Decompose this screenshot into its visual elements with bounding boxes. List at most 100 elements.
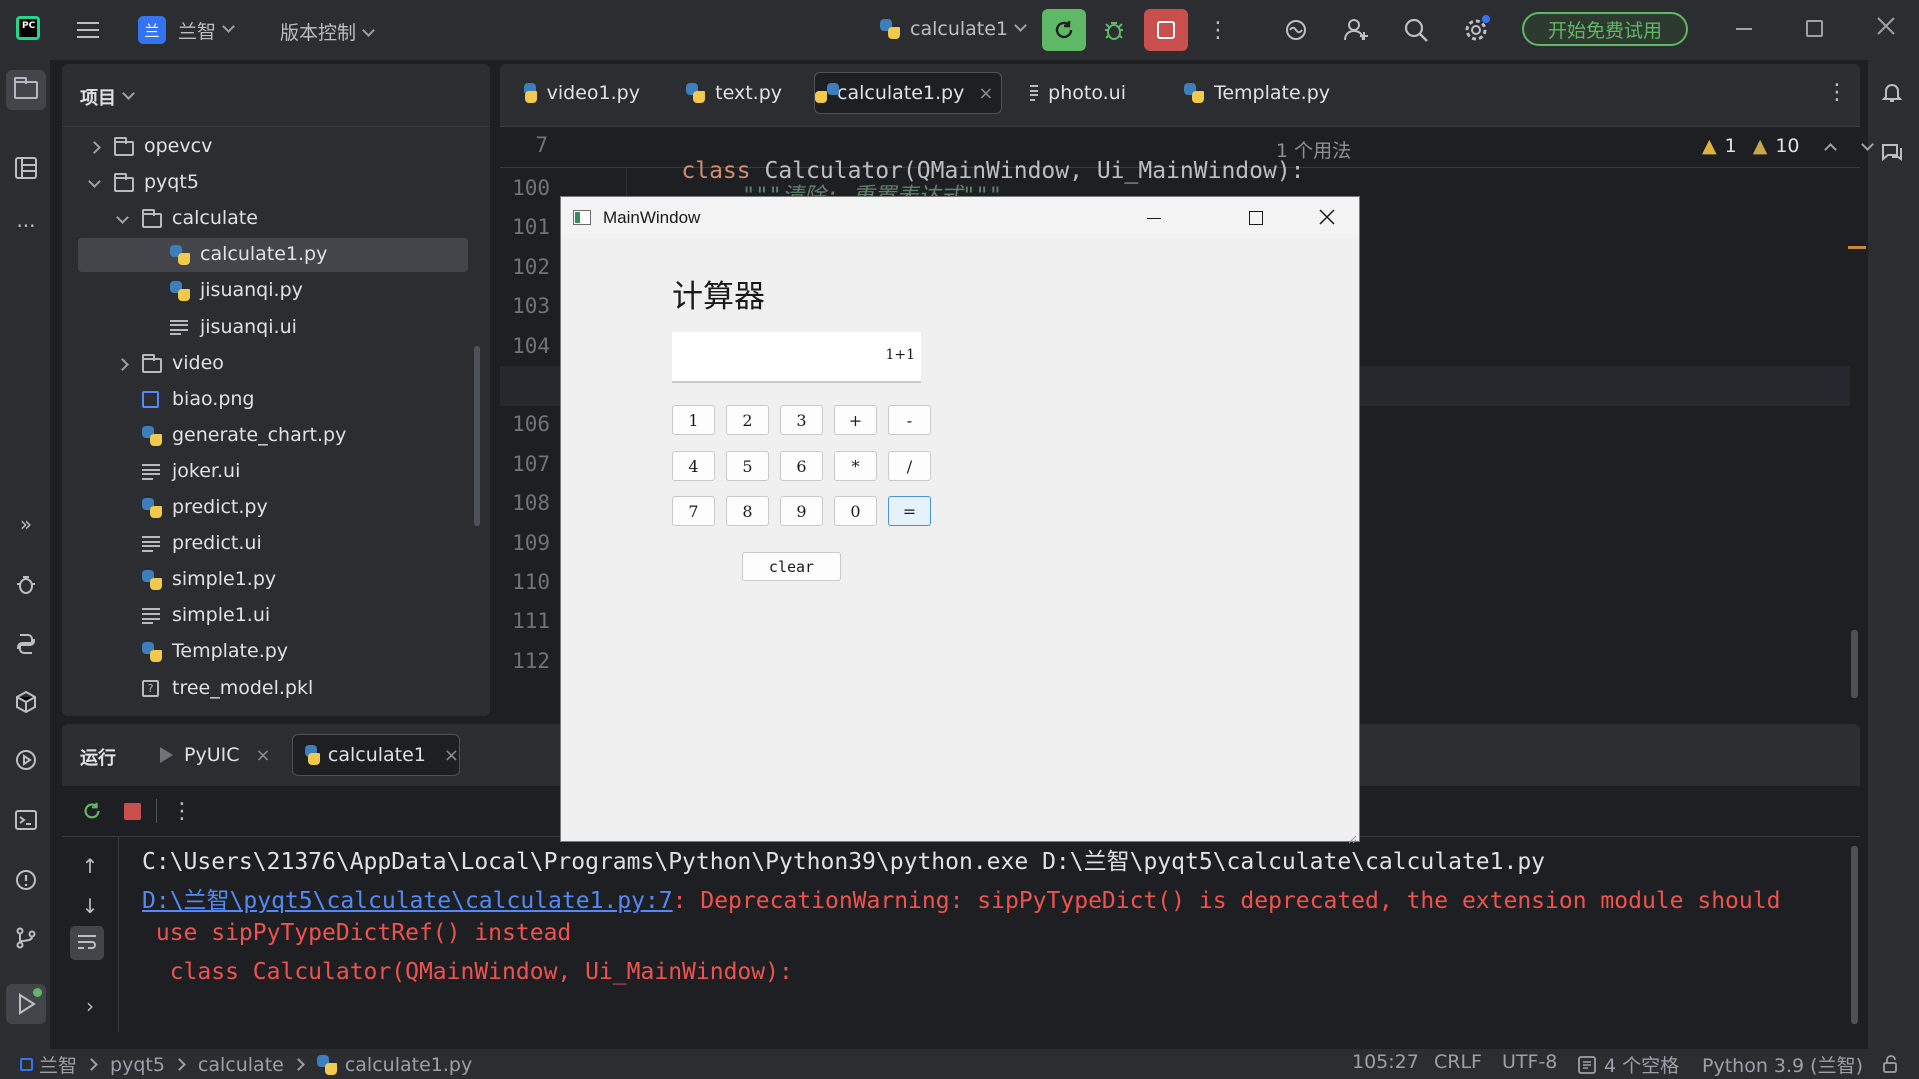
caret-position[interactable]: 105:27 [1352,1051,1419,1073]
editor-tab[interactable]: Template.py [1172,72,1342,114]
stop-button[interactable] [1144,9,1188,51]
breadcrumb-item[interactable]: pyqt5 [110,1054,165,1076]
tree-item[interactable]: video [78,347,468,381]
soft-wrap-icon[interactable] [70,926,104,960]
calc-key-button[interactable]: * [834,451,877,481]
calc-key-button[interactable]: / [888,451,931,481]
calc-key-button[interactable]: 5 [726,451,769,481]
run-tool-button[interactable] [6,984,46,1024]
previous-highlight-icon[interactable] [1823,142,1837,156]
close-tab-icon[interactable]: × [255,745,270,766]
calc-key-button[interactable]: - [888,405,931,435]
inspection-widget[interactable]: ▲ 1 ▲ 10 [1702,135,1874,157]
run-tab-calculate1[interactable]: calculate1 × [292,734,460,776]
rerun-icon[interactable] [72,791,112,831]
error-stripe-mark[interactable] [1848,246,1866,249]
python-console-icon[interactable] [6,624,46,664]
chevron-down-icon[interactable] [88,175,101,188]
tree-item[interactable]: generate_chart.py [78,419,468,453]
notifications-bell-icon[interactable] [1872,72,1912,112]
vcs-menu[interactable]: 版本控制 [280,18,375,45]
rerun-button[interactable] [1042,9,1086,51]
close-tab-icon[interactable]: × [444,745,459,766]
calculator-title-bar[interactable]: MainWindow [561,197,1359,239]
calc-key-button[interactable]: 8 [726,496,769,526]
tree-item[interactable]: joker.ui [78,455,468,489]
breadcrumb-item[interactable]: calculate [198,1054,284,1076]
calc-key-button[interactable]: 4 [672,451,715,481]
editor-scrollbar[interactable] [1851,630,1858,698]
lock-icon[interactable] [1882,1055,1900,1078]
scroll-down-arrow-icon[interactable]: ↓ [70,886,110,926]
start-trial-button[interactable]: 开始免费试用 [1522,12,1688,46]
next-highlight-icon[interactable] [1860,137,1874,151]
more-actions-icon[interactable]: ⋮ [1198,10,1238,50]
tree-item[interactable]: predict.py [78,491,468,525]
calc-key-button[interactable]: 7 [672,496,715,526]
editor-tab[interactable]: photo.ui [1018,72,1138,114]
expand-tools-icon[interactable]: » [6,504,46,544]
ai-chat-icon[interactable] [1872,132,1912,172]
close-tab-icon[interactable]: × [978,83,993,104]
tree-item[interactable]: opevcv [78,130,468,164]
git-branch-icon[interactable] [6,918,46,958]
indent-setting[interactable]: 4 个空格 [1578,1051,1679,1078]
project-switcher[interactable]: 兰 兰智 [138,14,235,46]
tree-item[interactable]: jisuanqi.py [78,274,468,308]
structure-icon[interactable] [6,148,46,188]
more-tools-icon[interactable]: ··· [6,206,46,246]
tree-item[interactable]: calculate [78,202,468,236]
debug-button[interactable] [1094,10,1134,50]
project-panel-header[interactable]: 项目 [80,84,135,110]
tree-item[interactable]: simple1.py [78,563,468,597]
stop-icon[interactable] [112,791,152,831]
line-ending[interactable]: CRLF [1434,1051,1482,1073]
calc-key-button[interactable]: 9 [780,496,823,526]
calc-key-button[interactable]: 0 [834,496,877,526]
project-scrollbar[interactable] [474,346,480,526]
terminal-icon[interactable] [6,800,46,840]
close-window-icon[interactable] [1876,16,1896,36]
python-interpreter[interactable]: Python 3.9 (兰智) [1702,1051,1863,1078]
resize-grip-icon[interactable] [1347,829,1357,844]
ai-assistant-icon[interactable] [1276,10,1316,50]
chevron-right-icon[interactable] [88,141,101,154]
debug-tool-bug-icon[interactable] [6,564,46,604]
search-icon[interactable] [1396,10,1436,50]
tree-item[interactable]: calculate1.py [78,238,468,273]
console-scrollbar[interactable] [1851,846,1858,1024]
calc-key-button[interactable]: 6 [780,451,823,481]
add-user-icon[interactable] [1336,10,1376,50]
calculator-display[interactable]: 1+1 [672,332,921,383]
run-more-icon[interactable]: ⋮ [162,791,202,831]
editor-tab[interactable]: video1.py [512,72,652,114]
calc-key-button[interactable]: 1 [672,405,715,435]
tree-item[interactable]: Template.py [78,635,468,669]
calc-key-button[interactable]: = [888,496,931,526]
calc-key-button[interactable]: + [834,405,877,435]
file-encoding[interactable]: UTF-8 [1502,1051,1557,1073]
restore-window-icon[interactable] [1806,20,1823,37]
breadcrumb-item[interactable]: 兰智 [39,1051,77,1078]
breadcrumb-item[interactable]: calculate1.py [345,1054,472,1076]
console-output[interactable]: C:\Users\21376\AppData\Local\Programs\Py… [118,836,1838,1032]
chevron-right-icon[interactable] [116,357,129,371]
project-tool-button[interactable] [6,70,46,110]
settings-gear-icon[interactable] [1456,10,1496,50]
tree-item[interactable]: jisuanqi.ui [78,311,468,345]
python-packages-icon[interactable] [6,682,46,722]
problems-icon[interactable] [6,860,46,900]
qt-maximize-icon[interactable] [1249,211,1263,225]
tree-item[interactable]: simple1.ui [78,599,468,633]
editor-tab[interactable]: calculate1.py × [814,72,1002,114]
main-menu-icon[interactable] [68,10,108,50]
usages-hint[interactable]: 1 个用法 [1276,136,1351,163]
qt-minimize-icon[interactable] [1147,218,1161,219]
qt-close-icon[interactable] [1319,209,1335,229]
chevron-down-icon[interactable] [116,211,129,225]
calc-key-button[interactable]: 2 [726,405,769,435]
tree-item[interactable]: ? tree_model.pkl [78,672,468,706]
tree-item[interactable]: predict.ui [78,527,468,561]
clear-button[interactable]: clear [742,552,841,581]
minimize-window-icon[interactable] [1736,28,1752,30]
